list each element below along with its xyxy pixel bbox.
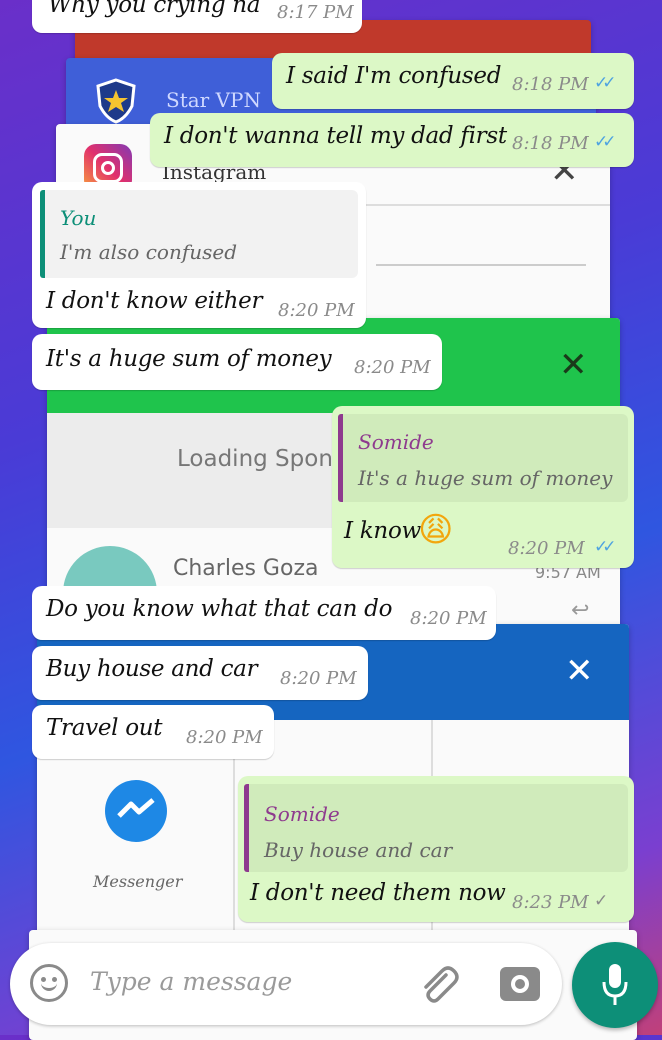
contact-name: Charles Goza [173, 556, 319, 581]
quote-text: Buy house and car [264, 838, 453, 862]
message-time: 8:18 PM [512, 133, 589, 154]
messenger-label: Messenger [93, 872, 183, 891]
microphone-icon [601, 962, 629, 1008]
loading-text: Loading Spon [177, 446, 333, 472]
message-text: Travel out [46, 715, 163, 741]
message-incoming[interactable]: It's a huge sum of money 8:20 PM [32, 334, 442, 390]
message-incoming[interactable]: Buy house and car 8:20 PM [32, 646, 368, 700]
weary-face-emoji: 😩 [418, 510, 454, 550]
quoted-message[interactable]: You I'm also confused [40, 190, 358, 278]
microphone-button[interactable] [572, 942, 658, 1028]
quote-author: Somide [358, 430, 434, 454]
read-receipt-icon: ✓✓ [594, 537, 616, 557]
sent-tick-icon: ✓ [594, 891, 609, 911]
quote-text: I'm also confused [60, 240, 238, 264]
message-incoming[interactable]: Travel out 8:20 PM [32, 705, 274, 759]
messenger-icon [105, 780, 167, 842]
read-receipt-icon: ✓✓ [594, 132, 616, 152]
message-text: I said I'm confused [286, 63, 502, 89]
message-text: Why you crying na [48, 0, 261, 18]
quote-author: Somide [264, 802, 340, 826]
camera-icon[interactable] [500, 967, 540, 1001]
quote-author: You [60, 206, 97, 230]
quote-text: It's a huge sum of money [358, 466, 613, 490]
message-time: 8:20 PM [280, 668, 357, 689]
message-text: Do you know what that can do [46, 596, 393, 622]
message-time: 8:20 PM [278, 300, 355, 321]
message-outgoing-reply[interactable]: Somide Buy house and car I don't need th… [238, 776, 634, 922]
message-time: 8:17 PM [277, 2, 354, 23]
message-text: Buy house and car [46, 656, 258, 682]
message-text: I know [344, 518, 421, 544]
star-vpn-label: Star VPN [166, 88, 261, 112]
message-incoming[interactable]: Do you know what that can do 8:20 PM [32, 586, 496, 640]
message-input[interactable]: Type a message [90, 967, 292, 996]
quote-bar [338, 414, 343, 502]
close-sponsored-icon[interactable]: ✕ [559, 348, 588, 382]
message-time: 8:20 PM [508, 538, 585, 559]
message-time: 8:18 PM [512, 74, 589, 95]
emoji-icon[interactable] [30, 964, 68, 1002]
message-text: I don't wanna tell my dad first [164, 123, 507, 149]
message-text: I don't need them now [250, 880, 506, 906]
message-time: 8:20 PM [354, 357, 431, 378]
message-time: 8:20 PM [186, 727, 263, 748]
quoted-message[interactable]: Somide It's a huge sum of money [338, 414, 628, 502]
quote-bar [244, 784, 249, 872]
message-incoming-reply[interactable]: You I'm also confused I don't know eithe… [32, 182, 366, 328]
message-incoming[interactable]: Why you crying na 8:17 PM [32, 0, 362, 33]
message-composer[interactable]: Type a message [10, 943, 562, 1025]
message-time: 8:20 PM [410, 608, 487, 629]
star-vpn-shield-icon [94, 78, 138, 124]
quote-bar [40, 190, 45, 278]
message-text: It's a huge sum of money [46, 346, 332, 372]
close-messenger-card-icon[interactable]: ✕ [565, 654, 594, 688]
message-text: I don't know either [46, 288, 263, 314]
reply-arrow-icon: ↩ [571, 598, 590, 623]
message-outgoing[interactable]: I don't wanna tell my dad first 8:18 PM … [150, 113, 634, 167]
quoted-message[interactable]: Somide Buy house and car [244, 784, 628, 872]
read-receipt-icon: ✓✓ [594, 73, 616, 93]
paperclip-icon[interactable] [416, 961, 460, 1005]
message-time: 8:23 PM [512, 892, 589, 913]
message-outgoing[interactable]: I said I'm confused 8:18 PM ✓✓ [272, 53, 634, 109]
message-outgoing-reply[interactable]: Somide It's a huge sum of money I know 😩… [332, 406, 634, 568]
